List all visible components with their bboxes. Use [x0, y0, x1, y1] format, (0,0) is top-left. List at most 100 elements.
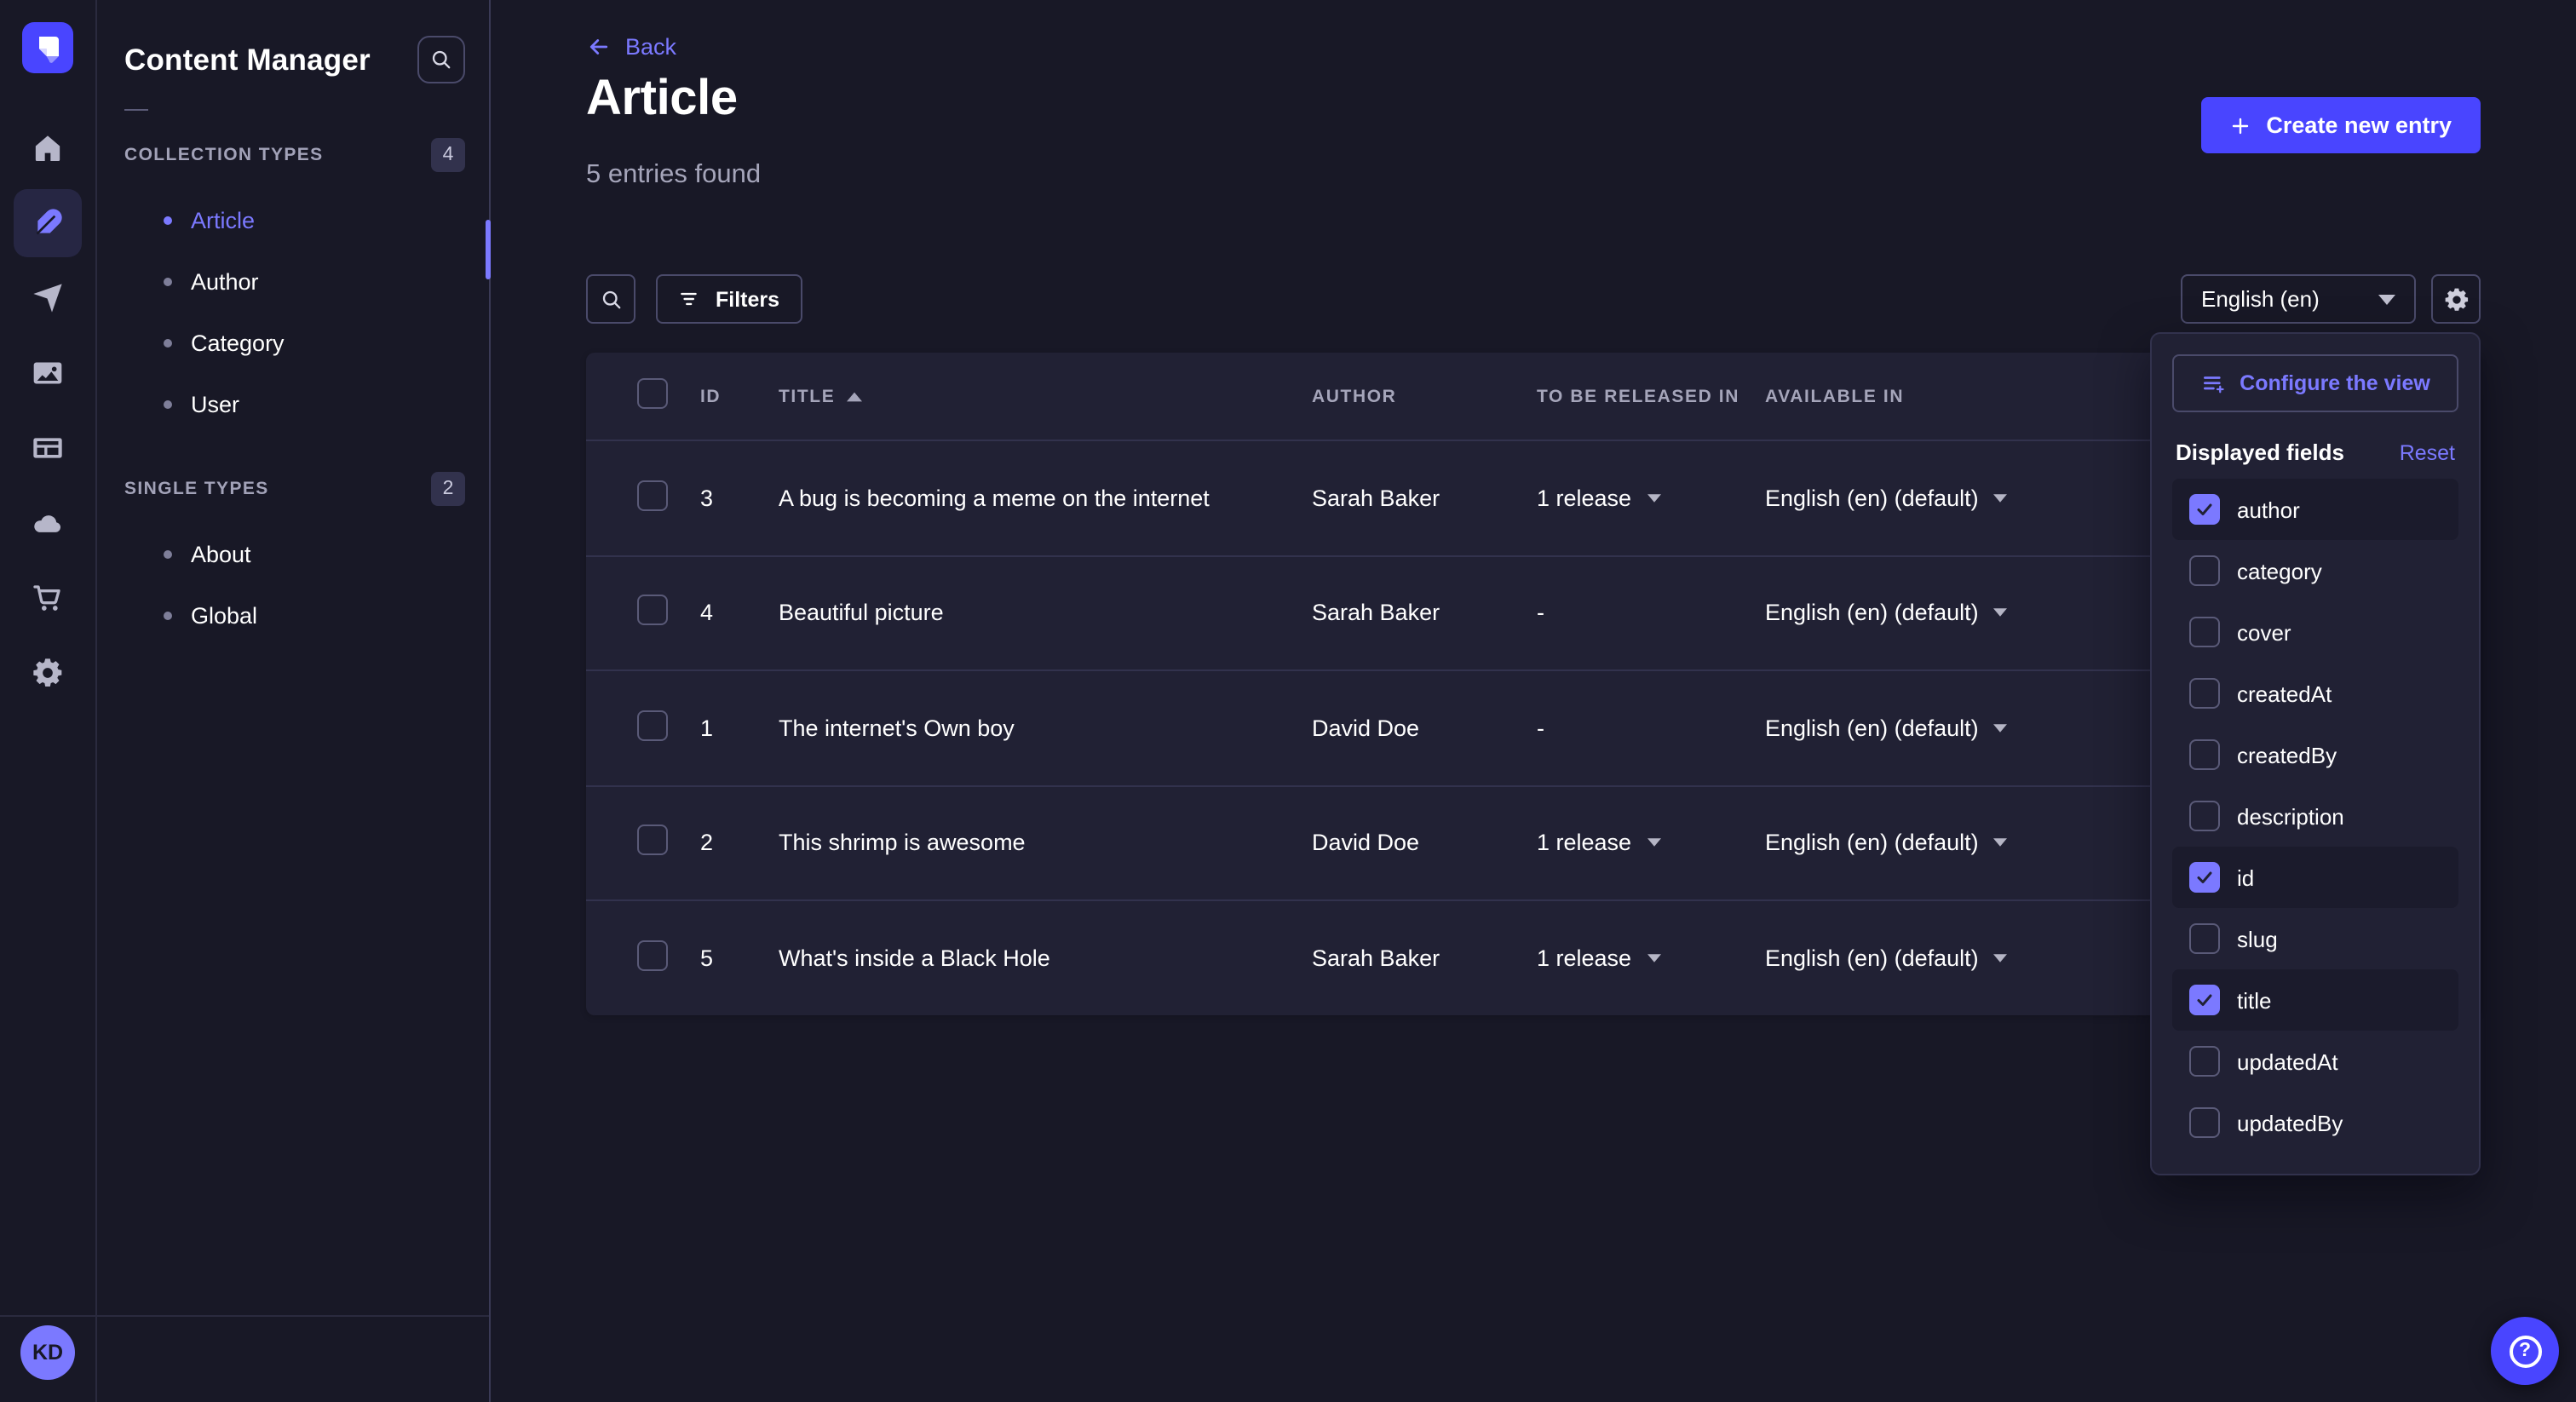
column-header-id[interactable]: ID — [700, 386, 779, 406]
field-label: id — [2237, 865, 2254, 890]
field-checkbox[interactable] — [2189, 494, 2220, 525]
field-checkbox[interactable] — [2189, 678, 2220, 709]
cell-released[interactable]: 1 release — [1537, 830, 1765, 856]
check-icon — [2194, 867, 2215, 888]
paper-plane-icon — [31, 281, 65, 315]
sidebar-item-label: Global — [191, 602, 257, 628]
content-manager-sidebar: Content Manager COLLECTION TYPES 4 Artic… — [97, 0, 491, 1402]
sidebar-title: Content Manager — [124, 42, 371, 78]
field-checkbox[interactable] — [2189, 1046, 2220, 1077]
search-button[interactable] — [586, 274, 635, 324]
view-settings-button[interactable] — [2431, 274, 2481, 324]
locale-select[interactable]: English (en) — [2181, 274, 2416, 324]
cell-author: David Doe — [1312, 715, 1537, 741]
configure-the-view-button[interactable]: Configure the view — [2172, 354, 2458, 412]
rail-nav — [14, 111, 82, 710]
cell-id: 1 — [700, 715, 779, 741]
nav-media-library-button[interactable] — [14, 339, 82, 407]
field-label: category — [2237, 558, 2322, 583]
bullet-icon — [164, 549, 172, 558]
field-option[interactable]: updatedBy — [2172, 1092, 2458, 1153]
nav-rail — [0, 0, 97, 1402]
sidebar-item[interactable]: Article — [97, 189, 489, 250]
field-label: slug — [2237, 926, 2278, 951]
nav-marketplace-button[interactable] — [14, 564, 82, 632]
row-checkbox[interactable] — [637, 595, 668, 626]
cloud-icon — [31, 506, 65, 540]
field-label: cover — [2237, 619, 2291, 645]
sidebar-item[interactable]: Category — [97, 312, 489, 373]
cell-author: Sarah Baker — [1312, 945, 1537, 971]
nav-settings-button[interactable] — [14, 639, 82, 707]
cell-id: 5 — [700, 945, 779, 971]
nav-content-manager-button[interactable] — [14, 189, 82, 257]
page-title: Article — [586, 72, 738, 128]
field-option[interactable]: createdBy — [2172, 724, 2458, 785]
field-checkbox[interactable] — [2189, 1107, 2220, 1138]
cell-title: The internet's Own boy — [779, 715, 1312, 741]
sidebar-item[interactable]: Global — [97, 584, 489, 646]
sidebar-item[interactable]: Author — [97, 250, 489, 312]
field-checkbox[interactable] — [2189, 923, 2220, 954]
help-button[interactable]: ? — [2491, 1317, 2559, 1385]
cell-released[interactable]: 1 release — [1537, 945, 1765, 971]
field-option[interactable]: description — [2172, 785, 2458, 847]
question-mark-icon: ? — [2509, 1335, 2541, 1367]
filter-icon — [678, 288, 700, 310]
nav-releases-button[interactable] — [14, 264, 82, 332]
user-avatar[interactable]: KD — [20, 1325, 75, 1380]
field-checkbox[interactable] — [2189, 617, 2220, 647]
check-icon — [2194, 990, 2215, 1010]
create-new-entry-label: Create new entry — [2266, 112, 2452, 138]
field-option[interactable]: category — [2172, 540, 2458, 601]
column-header-released[interactable]: TO BE RELEASED IN — [1537, 386, 1765, 406]
column-header-author[interactable]: AUTHOR — [1312, 386, 1537, 406]
field-option[interactable]: id — [2172, 847, 2458, 908]
search-icon — [599, 287, 623, 311]
home-icon — [31, 131, 65, 165]
field-checkbox[interactable] — [2189, 555, 2220, 586]
chevron-down-icon — [1994, 839, 2008, 848]
back-link[interactable]: Back — [586, 34, 676, 60]
entries-count: 5 entries found — [586, 160, 761, 191]
field-checkbox[interactable] — [2189, 862, 2220, 893]
field-option[interactable]: slug — [2172, 908, 2458, 969]
cell-released[interactable]: - — [1537, 600, 1765, 626]
configure-view-popover: Configure the view Displayed fields Rese… — [2150, 332, 2481, 1175]
create-new-entry-button[interactable]: Create new entry — [2201, 97, 2481, 153]
field-option[interactable]: title — [2172, 969, 2458, 1031]
field-option[interactable]: cover — [2172, 601, 2458, 663]
field-label: author — [2237, 497, 2300, 522]
field-label: title — [2237, 987, 2271, 1013]
cell-released[interactable]: - — [1537, 715, 1765, 741]
field-checkbox[interactable] — [2189, 801, 2220, 831]
strapi-logo[interactable] — [22, 22, 73, 73]
field-option[interactable]: updatedAt — [2172, 1031, 2458, 1092]
filters-button[interactable]: Filters — [656, 274, 802, 324]
row-checkbox[interactable] — [637, 940, 668, 971]
cell-id: 3 — [700, 486, 779, 511]
field-checkbox[interactable] — [2189, 739, 2220, 770]
plus-icon — [2230, 115, 2251, 135]
row-checkbox[interactable] — [637, 480, 668, 511]
nav-content-type-builder-button[interactable] — [14, 414, 82, 482]
reset-link[interactable]: Reset — [2400, 440, 2455, 464]
field-checkbox[interactable] — [2189, 985, 2220, 1015]
row-checkbox[interactable] — [637, 825, 668, 856]
select-all-checkbox[interactable] — [637, 378, 668, 409]
nav-deploy-button[interactable] — [14, 489, 82, 557]
field-label: updatedAt — [2237, 1049, 2338, 1074]
cell-title: Beautiful picture — [779, 600, 1312, 626]
cell-released[interactable]: 1 release — [1537, 486, 1765, 511]
column-header-title[interactable]: TITLE — [779, 386, 1312, 406]
sidebar-item[interactable]: User — [97, 373, 489, 434]
sidebar-item-label: About — [191, 541, 251, 566]
chevron-down-icon — [1647, 494, 1660, 503]
sidebar-item[interactable]: About — [97, 523, 489, 584]
field-option[interactable]: author — [2172, 479, 2458, 540]
nav-home-button[interactable] — [14, 114, 82, 182]
sidebar-search-button[interactable] — [417, 36, 465, 83]
cell-title: This shrimp is awesome — [779, 830, 1312, 856]
row-checkbox[interactable] — [637, 710, 668, 741]
field-option[interactable]: createdAt — [2172, 663, 2458, 724]
